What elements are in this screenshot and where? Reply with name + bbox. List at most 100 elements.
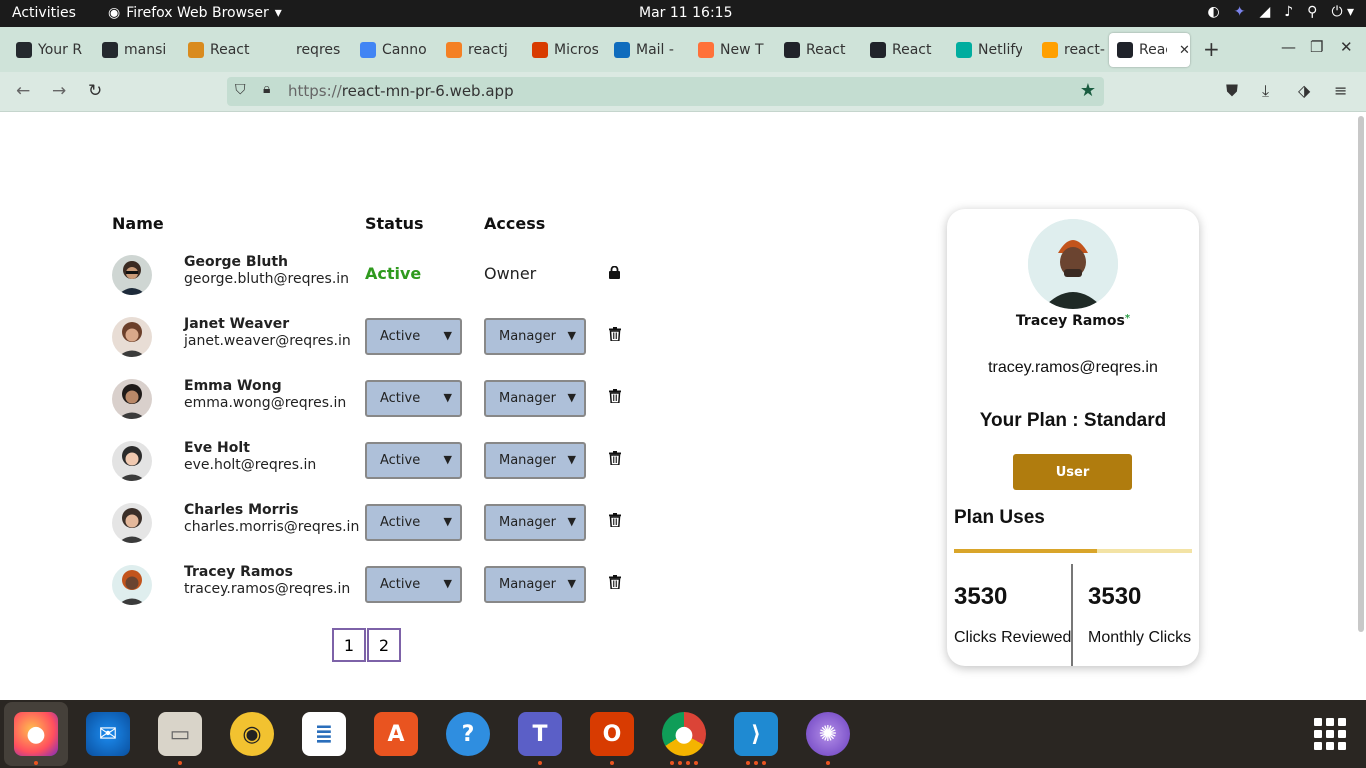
trash-icon[interactable] xyxy=(609,389,621,407)
system-tray[interactable]: ◐ ✦ ◢ ♪ ⚲ ⏻ ▾ xyxy=(1208,4,1355,20)
minimize-window-icon[interactable]: — xyxy=(1281,38,1296,56)
trash-icon[interactable] xyxy=(609,513,621,531)
teams-tray-icon[interactable]: ✦ xyxy=(1234,4,1246,20)
running-indicator xyxy=(746,761,750,765)
avatar xyxy=(112,255,152,295)
status-select-value: Active xyxy=(380,329,421,344)
page-button-1[interactable]: 1 xyxy=(332,628,366,662)
access-select[interactable]: Manager ▼ xyxy=(484,442,586,479)
address-bar[interactable]: ⛉ 🔒︎ https://react-mn-pr-6.web.app ★ xyxy=(227,77,1104,106)
bookmark-star-icon[interactable]: ★ xyxy=(1080,80,1096,101)
netlify-icon xyxy=(956,42,972,58)
browser-tab[interactable]: New T xyxy=(690,33,768,67)
office-icon xyxy=(532,42,548,58)
teams-icon[interactable]: T xyxy=(518,712,562,756)
avatar xyxy=(112,317,152,357)
pocket-icon[interactable]: ⛊ xyxy=(1226,81,1238,101)
access-select[interactable]: Manager ▼ xyxy=(484,566,586,603)
status-select[interactable]: Active ▼ xyxy=(365,504,462,541)
microphone-icon[interactable]: ⚲ xyxy=(1307,4,1317,20)
url-text[interactable]: https://react-mn-pr-6.web.app xyxy=(288,82,514,100)
status-select[interactable]: Active ▼ xyxy=(365,442,462,479)
maximize-window-icon[interactable]: ❐ xyxy=(1310,38,1323,56)
browser-tab[interactable]: Canno xyxy=(352,33,430,67)
trash-icon[interactable] xyxy=(609,451,621,469)
status-select[interactable]: Active ▼ xyxy=(365,566,462,603)
running-indicator xyxy=(754,761,758,765)
chrome-icon[interactable]: ● xyxy=(662,712,706,756)
header-status: Status xyxy=(365,214,424,233)
tab-label: reqres.in/ xyxy=(296,42,340,58)
close-window-icon[interactable]: ✕ xyxy=(1340,38,1353,56)
tab-label: reactj xyxy=(468,42,508,58)
privacy-indicator-icon[interactable]: ◐ xyxy=(1208,4,1220,20)
network-icon[interactable]: ✺ xyxy=(806,712,850,756)
forward-arrow-icon[interactable]: → xyxy=(52,81,66,101)
react-icon xyxy=(1117,42,1133,58)
tab-label: Your R xyxy=(38,42,82,58)
page-button-2[interactable]: 2 xyxy=(367,628,401,662)
thunderbird-icon[interactable]: ✉ xyxy=(86,712,130,756)
access-select[interactable]: Manager ▼ xyxy=(484,504,586,541)
ubuntu-dock: ● ✉ ▭ ◉ ≣ A ? T O ● ⟩ ✺ xyxy=(0,700,1366,768)
status-select-value: Active xyxy=(380,391,421,406)
browser-tab[interactable]: react- xyxy=(1034,33,1112,67)
table-row: Charles Morris charles.morris@reqres.in Ac… xyxy=(112,502,652,544)
volume-icon[interactable]: ♪ xyxy=(1284,4,1293,20)
new-tab-button[interactable]: + xyxy=(1203,37,1220,61)
files-icon[interactable]: ▭ xyxy=(158,712,202,756)
browser-tab[interactable]: mansi xyxy=(94,33,172,67)
browser-tab[interactable]: React xyxy=(776,33,854,67)
writer-icon[interactable]: ≣ xyxy=(302,712,346,756)
user-email: janet.weaver@reqres.in xyxy=(184,333,351,349)
trash-icon[interactable] xyxy=(609,575,621,593)
access-select[interactable]: Manager ▼ xyxy=(484,318,586,355)
tab-label: React xyxy=(210,42,250,58)
user-email: charles.morris@reqres.in xyxy=(184,519,360,535)
tracking-shield-icon[interactable]: ⛉ xyxy=(235,82,246,98)
browser-tab[interactable]: Netlify xyxy=(948,33,1026,67)
tab-label: react- xyxy=(1064,42,1105,58)
running-indicator xyxy=(538,761,542,765)
profile-card: Tracey Ramos* tracey.ramos@reqres.in You… xyxy=(947,209,1199,666)
status-select[interactable]: Active ▼ xyxy=(365,318,462,355)
plan-title: Your Plan : Standard xyxy=(979,410,1167,431)
browser-tab[interactable]: reqres.in/ xyxy=(266,33,344,67)
extensions-icon[interactable]: ⬗ xyxy=(1298,81,1310,100)
activities-button[interactable]: Activities xyxy=(12,5,76,21)
padlock-icon[interactable]: 🔒︎ xyxy=(263,81,270,97)
browser-tab[interactable]: React xyxy=(862,33,940,67)
office-icon[interactable]: O xyxy=(590,712,634,756)
user-role-button[interactable]: User xyxy=(1013,454,1132,490)
trash-icon[interactable] xyxy=(609,327,621,345)
react-icon xyxy=(784,42,800,58)
back-arrow-icon[interactable]: ← xyxy=(16,81,30,101)
downloads-icon[interactable]: ⤓ xyxy=(1262,81,1269,101)
firefox-icon[interactable]: ● xyxy=(14,712,58,756)
help-icon[interactable]: ? xyxy=(446,712,490,756)
clock[interactable]: Mar 11 16:15 xyxy=(639,5,732,21)
chevron-down-icon: ▼ xyxy=(567,453,576,466)
user-name: Tracey Ramos xyxy=(184,564,293,580)
avatar xyxy=(112,441,152,481)
close-tab-icon[interactable]: ✕ xyxy=(1179,43,1190,58)
page-scrollbar[interactable] xyxy=(1358,116,1364,632)
rhythmbox-icon[interactable]: ◉ xyxy=(230,712,274,756)
power-icon[interactable]: ⏻ ▾ xyxy=(1331,4,1354,20)
user-name: Janet Weaver xyxy=(184,316,290,332)
browser-tab[interactable]: Mail - xyxy=(606,33,684,67)
browser-tab[interactable]: Reac ✕ xyxy=(1109,33,1190,67)
browser-tab[interactable]: reactj xyxy=(438,33,516,67)
app-menu[interactable]: ◉ Firefox Web Browser ▾ xyxy=(108,5,282,21)
wifi-icon[interactable]: ◢ xyxy=(1259,4,1270,20)
reload-icon[interactable]: ↻ xyxy=(88,81,102,101)
access-select[interactable]: Manager ▼ xyxy=(484,380,586,417)
status-select[interactable]: Active ▼ xyxy=(365,380,462,417)
browser-tab[interactable]: Micros xyxy=(524,33,602,67)
show-apps-grid-icon[interactable] xyxy=(1314,718,1346,750)
browser-tab[interactable]: Your R xyxy=(8,33,86,67)
hamburger-menu-icon[interactable]: ≡ xyxy=(1334,81,1347,100)
software-icon[interactable]: A xyxy=(374,712,418,756)
vscode-icon[interactable]: ⟩ xyxy=(734,712,778,756)
browser-tab[interactable]: React xyxy=(180,33,258,67)
